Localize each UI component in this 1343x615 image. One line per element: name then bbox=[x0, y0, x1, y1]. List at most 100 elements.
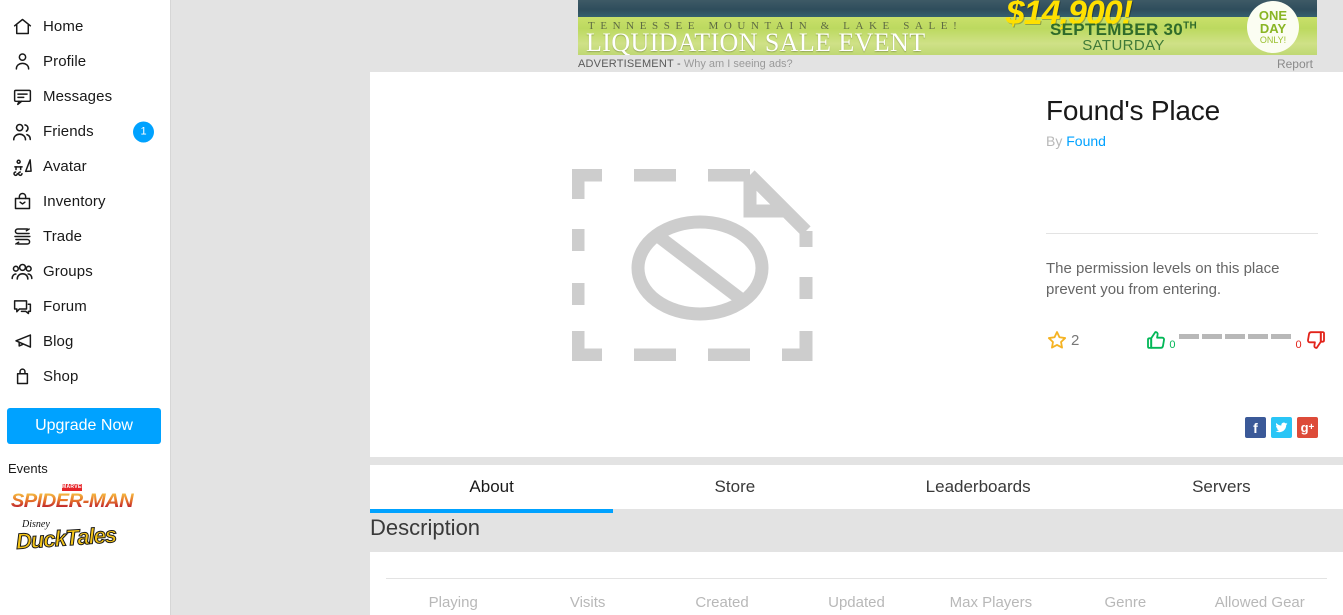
why-am-i-seeing-ads-link[interactable]: Why am I seeing ads? bbox=[684, 58, 793, 70]
marvel-logo: MARVEL bbox=[62, 484, 85, 491]
ad-date-suffix: TH bbox=[1183, 20, 1197, 32]
sidebar-item-groups[interactable]: Groups bbox=[0, 254, 170, 289]
sidebar-nav: Home Profile Messages Friends 1 Avatar I… bbox=[0, 0, 170, 394]
tab-label: About bbox=[469, 477, 514, 496]
no-image-blocked-icon bbox=[572, 168, 813, 361]
vote-segment bbox=[1271, 334, 1292, 339]
ducktales-logo: Disney DuckTales bbox=[8, 520, 126, 555]
avatar-icon bbox=[10, 155, 34, 179]
thumbs-down-button[interactable]: 0 bbox=[1295, 328, 1327, 352]
sidebar-item-label: Friends bbox=[43, 123, 94, 140]
social-share-group: f g + bbox=[1245, 417, 1318, 438]
advertisement-banner[interactable]: $14,900! TENNESSEE MOUNTAIN & LAKE SALE!… bbox=[578, 0, 1317, 55]
inventory-icon bbox=[10, 190, 34, 214]
stat-col-allowed-gear: Allowed Gear bbox=[1214, 594, 1305, 611]
googleplus-share-icon[interactable]: g + bbox=[1297, 417, 1318, 438]
twitter-share-icon[interactable] bbox=[1271, 417, 1292, 438]
game-thumbnail-area bbox=[370, 72, 1030, 457]
game-stats-panel: Playing Visits Created Updated Max Playe… bbox=[370, 552, 1343, 615]
home-icon bbox=[10, 15, 34, 39]
game-byline: By Found bbox=[1046, 133, 1326, 149]
sidebar-item-profile[interactable]: Profile bbox=[0, 44, 170, 79]
sidebar-item-blog[interactable]: Blog bbox=[0, 324, 170, 359]
friends-icon bbox=[10, 120, 34, 144]
vote-ratio-bar bbox=[1179, 334, 1292, 339]
stat-col-updated: Updated bbox=[828, 594, 885, 611]
sidebar-item-home[interactable]: Home bbox=[0, 9, 170, 44]
game-detail-card: Found's Place By Found The permission le… bbox=[370, 72, 1343, 457]
events-heading: Events bbox=[8, 461, 48, 476]
spiderman-logo: MARVEL SPIDER-MAN bbox=[8, 484, 136, 512]
tab-label: Store bbox=[714, 477, 756, 496]
tab-about[interactable]: About bbox=[370, 465, 614, 513]
stats-header-row: Playing Visits Created Updated Max Playe… bbox=[386, 594, 1327, 611]
vote-segment bbox=[1179, 334, 1200, 339]
sidebar-item-messages[interactable]: Messages bbox=[0, 79, 170, 114]
sidebar-item-label: Forum bbox=[43, 298, 87, 315]
vote-widget: 0 0 bbox=[1144, 328, 1327, 352]
one-day-only-badge: ONE DAY ONLY! bbox=[1247, 1, 1299, 53]
spiderman-wordmark: SPIDER-MAN bbox=[4, 492, 140, 512]
blog-icon bbox=[10, 330, 34, 354]
sidebar-item-label: Avatar bbox=[43, 158, 87, 175]
vote-segment bbox=[1202, 334, 1223, 339]
upvotes-count: 0 bbox=[1169, 339, 1176, 351]
thumbs-up-icon bbox=[1147, 331, 1166, 349]
sidebar-item-label: Trade bbox=[43, 228, 83, 245]
stat-col-visits: Visits bbox=[569, 594, 606, 611]
forum-icon bbox=[10, 295, 34, 319]
content-tabs: About Store Leaderboards Servers bbox=[370, 465, 1343, 513]
facebook-share-icon[interactable]: f bbox=[1245, 417, 1266, 438]
page-root: Home Profile Messages Friends 1 Avatar I… bbox=[0, 0, 1343, 615]
badge-line-2: DAY bbox=[1259, 21, 1287, 36]
left-sidebar: Home Profile Messages Friends 1 Avatar I… bbox=[0, 0, 171, 615]
info-divider bbox=[1046, 233, 1318, 234]
vote-segment bbox=[1248, 334, 1269, 339]
star-icon bbox=[1047, 331, 1067, 349]
thumbs-down-icon bbox=[1306, 331, 1325, 349]
favorite-button[interactable]: 2 bbox=[1046, 329, 1079, 351]
game-stats-row: 2 0 0 bbox=[1046, 328, 1326, 352]
sidebar-item-trade[interactable]: Trade bbox=[0, 219, 170, 254]
upgrade-now-button[interactable]: Upgrade Now bbox=[7, 408, 161, 444]
sidebar-item-friends[interactable]: Friends 1 bbox=[0, 114, 170, 149]
ad-image-top bbox=[578, 0, 1317, 17]
event-ducktales[interactable]: Disney DuckTales bbox=[8, 520, 170, 555]
creator-link[interactable]: Found bbox=[1066, 133, 1106, 149]
by-prefix: By bbox=[1046, 133, 1063, 149]
sidebar-item-label: Profile bbox=[43, 53, 87, 70]
sidebar-item-label: Blog bbox=[43, 333, 74, 350]
twitter-bird-icon bbox=[1275, 422, 1288, 433]
groups-icon bbox=[10, 260, 34, 284]
person-icon bbox=[10, 50, 34, 74]
sidebar-item-avatar[interactable]: Avatar bbox=[0, 149, 170, 184]
shop-icon bbox=[10, 365, 34, 389]
stat-col-max-players: Max Players bbox=[949, 594, 1033, 611]
sidebar-item-forum[interactable]: Forum bbox=[0, 289, 170, 324]
sidebar-item-inventory[interactable]: Inventory bbox=[0, 184, 170, 219]
downvotes-count: 0 bbox=[1295, 339, 1302, 351]
description-heading: Description bbox=[370, 515, 481, 540]
advertisement-label: ADVERTISEMENT - bbox=[578, 58, 681, 70]
game-info-panel: Found's Place By Found The permission le… bbox=[1046, 94, 1326, 352]
tab-store[interactable]: Store bbox=[613, 465, 856, 509]
tab-leaderboards[interactable]: Leaderboards bbox=[857, 465, 1100, 509]
tab-label: Servers bbox=[1192, 477, 1251, 496]
stat-col-created: Created bbox=[695, 594, 749, 611]
tab-servers[interactable]: Servers bbox=[1100, 465, 1343, 509]
sidebar-item-label: Groups bbox=[43, 263, 93, 280]
event-spiderman[interactable]: MARVEL SPIDER-MAN bbox=[8, 484, 170, 512]
vote-segment bbox=[1225, 334, 1246, 339]
thumbs-up-button[interactable]: 0 bbox=[1144, 328, 1175, 352]
friends-badge: 1 bbox=[133, 121, 154, 142]
trade-icon bbox=[10, 225, 34, 249]
ducktales-wordmark: DuckTales bbox=[15, 522, 118, 555]
stat-col-playing: Playing bbox=[428, 594, 478, 611]
report-ad-link[interactable]: Report bbox=[1277, 57, 1317, 71]
ad-meta-row: ADVERTISEMENT - Why am I seeing ads? Rep… bbox=[578, 56, 1317, 72]
ad-headline: LIQUIDATION SALE EVENT bbox=[586, 28, 926, 55]
page-title: Found's Place bbox=[1046, 95, 1220, 126]
sidebar-item-shop[interactable]: Shop bbox=[0, 359, 170, 394]
sidebar-item-label: Messages bbox=[43, 88, 113, 105]
sidebar-item-label: Shop bbox=[43, 368, 79, 385]
